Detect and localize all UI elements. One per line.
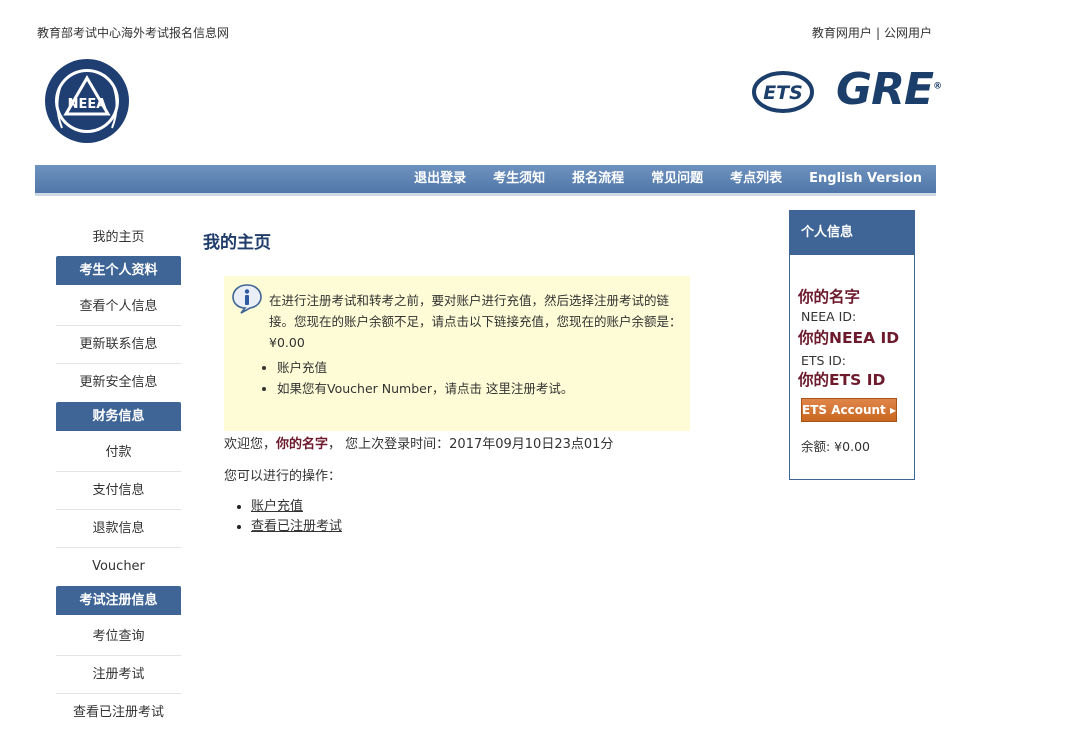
- panel-title: 个人信息: [790, 211, 914, 255]
- sidebar-item-home[interactable]: 我的主页: [56, 220, 181, 255]
- top-navbar: 退出登录 考生须知 报名流程 常见问题 考点列表 English Version: [35, 165, 936, 196]
- user-type-links: 教育网用户 | 公网用户: [810, 24, 934, 41]
- separator: |: [875, 26, 880, 40]
- panel-name: 你的名字: [798, 288, 861, 306]
- personal-info-panel: 个人信息 你的名字 NEEA ID: 你的NEEA ID ETS ID: 你的E…: [789, 210, 915, 480]
- welcome-prefix: 欢迎您，: [224, 437, 277, 452]
- ets-logo: ETS: [752, 71, 814, 113]
- public-user-link[interactable]: 公网用户: [884, 26, 932, 40]
- sidebar-item-view-registered[interactable]: 查看已注册考试: [56, 694, 181, 731]
- nav-registration-process[interactable]: 报名流程: [572, 165, 624, 193]
- sidebar-item-seat-query[interactable]: 考位查询: [56, 618, 181, 656]
- edu-user-link[interactable]: 教育网用户: [812, 26, 872, 40]
- gre-logo: GRE®: [836, 64, 942, 115]
- sidebar-item-payment-info[interactable]: 支付信息: [56, 472, 181, 510]
- gre-logo-text: GRE: [836, 64, 934, 115]
- welcome-name: 你的名字: [276, 437, 329, 452]
- recharge-link[interactable]: 账户充值: [251, 499, 303, 514]
- ets-account-button[interactable]: ETS Account ▸: [801, 398, 897, 422]
- balance-text: 余额: ¥0.00: [801, 439, 870, 454]
- view-registered-link[interactable]: 查看已注册考试: [251, 519, 342, 534]
- nav-faq[interactable]: 常见问题: [651, 165, 703, 193]
- ets-logo-text: ETS: [763, 82, 803, 104]
- welcome-line: 欢迎您，你的名字， 您上次登录时间：2017年09月10日23点01分: [224, 433, 613, 452]
- ets-id-value: 你的ETS ID: [798, 371, 886, 389]
- neea-logo-text: NEEA: [68, 97, 107, 112]
- list-item: 账户充值: [251, 497, 342, 517]
- nav-test-centers[interactable]: 考点列表: [730, 165, 782, 193]
- sidebar-section-profile: 考生个人资料: [56, 256, 181, 285]
- sidebar-item-view-profile[interactable]: 查看个人信息: [56, 288, 181, 326]
- sidebar-item-voucher[interactable]: Voucher: [56, 548, 181, 585]
- gre-registered-mark: ®: [933, 81, 942, 92]
- sidebar-section-finance: 财务信息: [56, 402, 181, 431]
- sidebar-item-refund-info[interactable]: 退款信息: [56, 510, 181, 548]
- ets-id-label: ETS ID:: [801, 353, 846, 368]
- neea-logo: NEEA: [45, 59, 129, 143]
- sidebar-item-payment[interactable]: 付款: [56, 434, 181, 472]
- sidebar-item-register-exam[interactable]: 注册考试: [56, 656, 181, 694]
- welcome-last-login: ， 您上次登录时间：2017年09月10日23点01分: [328, 437, 614, 452]
- sidebar-item-update-security[interactable]: 更新安全信息: [56, 364, 181, 401]
- sidebar-item-update-contact[interactable]: 更新联系信息: [56, 326, 181, 364]
- nav-logout[interactable]: 退出登录: [414, 165, 466, 193]
- site-title: 教育部考试中心海外考试报名信息网: [37, 26, 230, 40]
- sidebar: 我的主页 考生个人资料 查看个人信息 更新联系信息 更新安全信息 财务信息 付款…: [56, 220, 181, 731]
- notice-item-recharge[interactable]: 账户充值: [277, 357, 573, 378]
- ets-account-label: ETS Account: [802, 403, 886, 417]
- neea-id-value: 你的NEEA ID: [798, 329, 900, 347]
- operations-label: 您可以进行的操作：: [224, 469, 342, 484]
- info-icon: [232, 284, 262, 314]
- nav-candidate-notice[interactable]: 考生须知: [493, 165, 545, 193]
- arrow-right-icon: ▸: [889, 403, 897, 417]
- list-item: 查看已注册考试: [251, 517, 342, 537]
- notice-item-voucher[interactable]: 如果您有Voucher Number，请点击 这里注册考试。: [277, 378, 573, 399]
- sidebar-section-exam: 考试注册信息: [56, 586, 181, 615]
- notice-list: 账户充值 如果您有Voucher Number，请点击 这里注册考试。: [262, 357, 573, 399]
- neea-id-label: NEEA ID:: [801, 309, 857, 324]
- nav-english-version[interactable]: English Version: [809, 165, 922, 193]
- operations-list: 账户充值 查看已注册考试: [235, 497, 342, 537]
- notice-text: 在进行注册考试和转考之前，要对账户进行充值，然后选择注册考试的链接。您现在的账户…: [269, 293, 682, 350]
- page-title: 我的主页: [203, 233, 271, 253]
